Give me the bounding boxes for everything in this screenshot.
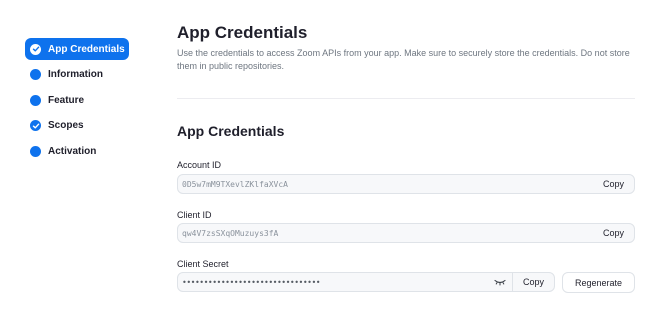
sidebar-item-label: Feature <box>48 94 85 106</box>
sidebar-nav: App Credentials Information Feature Scop… <box>25 38 129 166</box>
client-id-label: Client ID <box>177 210 212 220</box>
sidebar-item-feature[interactable]: Feature <box>25 89 129 111</box>
copy-account-id-button[interactable]: Copy <box>593 179 634 189</box>
account-id-value[interactable]: 0D5w7mM9TXevlZKlfaXVcA <box>178 180 593 189</box>
dot-icon <box>30 145 41 157</box>
sidebar-item-scopes[interactable]: Scopes <box>25 115 129 137</box>
sidebar-item-information[interactable]: Information <box>25 64 129 86</box>
divider <box>177 98 635 99</box>
sidebar-item-label: Activation <box>48 145 97 157</box>
client-secret-field: •••••••••••••••••••••••••••••••• Copy <box>177 272 555 292</box>
sidebar-item-app-credentials[interactable]: App Credentials <box>25 38 129 60</box>
sidebar-item-label: App Credentials <box>48 43 125 55</box>
sidebar-item-activation[interactable]: Activation <box>25 140 129 162</box>
account-id-field: 0D5w7mM9TXevlZKlfaXVcA Copy <box>177 174 635 194</box>
check-circle-icon <box>30 43 41 55</box>
copy-client-id-button[interactable]: Copy <box>593 228 634 238</box>
client-secret-value[interactable]: •••••••••••••••••••••••••••••••• <box>178 278 494 287</box>
sidebar-item-label: Scopes <box>48 120 84 131</box>
dot-icon <box>30 69 41 80</box>
page-description: Use the credentials to access Zoom APIs … <box>177 48 630 71</box>
dot-icon <box>30 94 41 106</box>
section-title: App Credentials <box>177 123 285 139</box>
check-circle-icon <box>30 120 41 131</box>
regenerate-button[interactable]: Regenerate <box>562 272 635 293</box>
client-id-field: qw4V7zsSXqOMuzuys3fA Copy <box>177 223 635 243</box>
client-secret-label: Client Secret <box>177 259 229 269</box>
eye-closed-icon[interactable] <box>494 278 512 286</box>
copy-client-secret-button[interactable]: Copy <box>511 273 554 291</box>
client-id-value[interactable]: qw4V7zsSXqOMuzuys3fA <box>178 229 593 238</box>
sidebar-item-label: Information <box>48 69 103 80</box>
page-title: App Credentials <box>177 23 308 42</box>
account-id-label: Account ID <box>177 160 222 170</box>
